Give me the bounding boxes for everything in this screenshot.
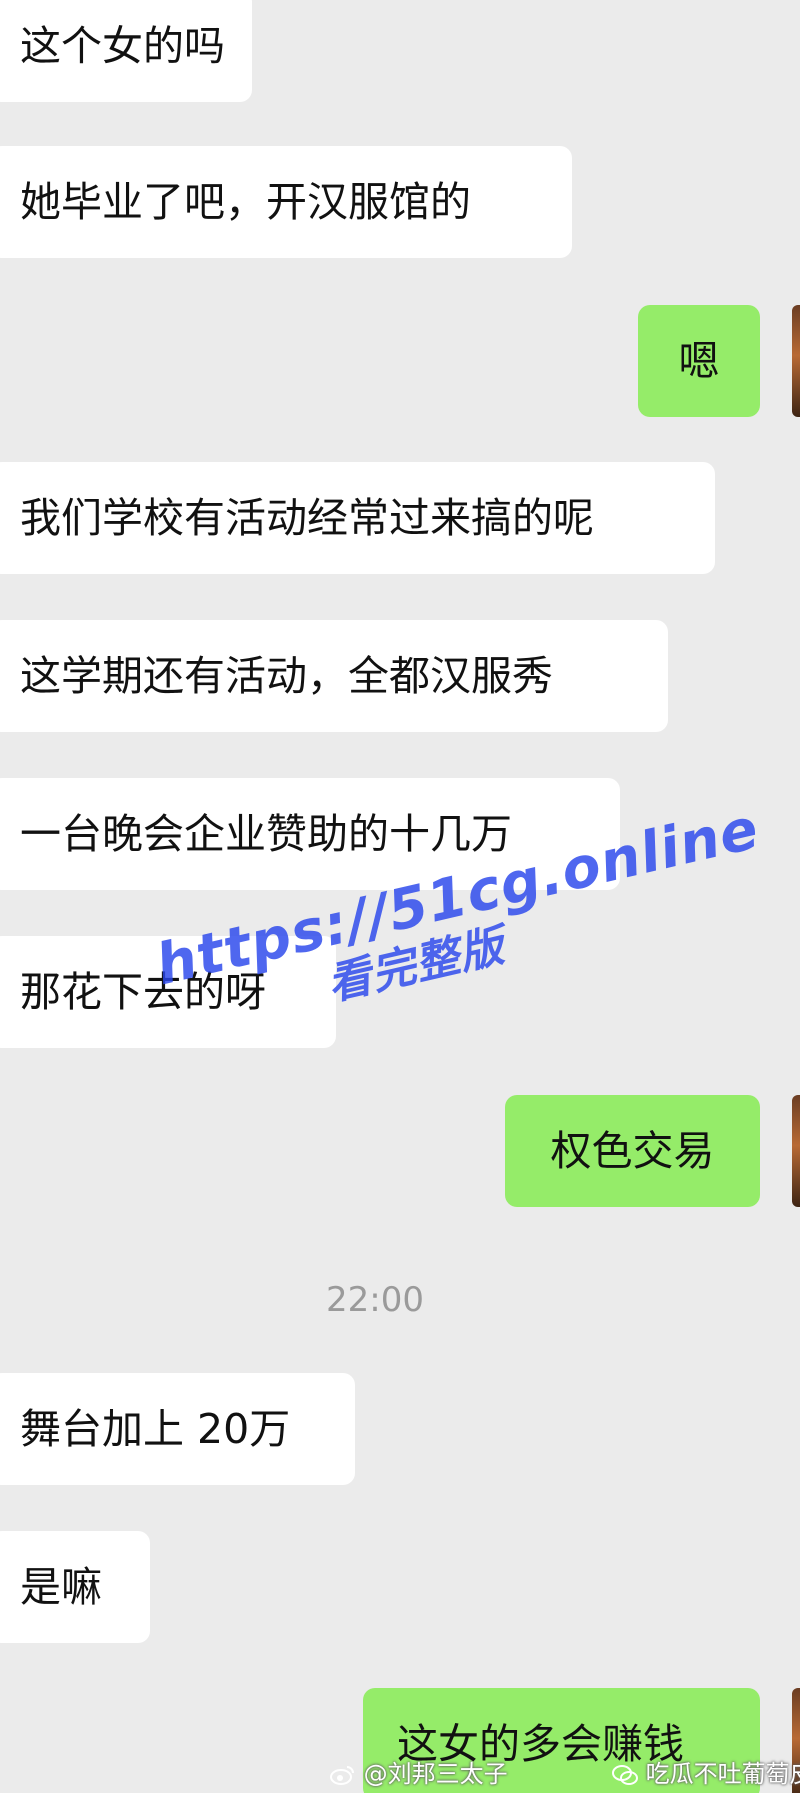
my-avatar[interactable] (792, 305, 800, 417)
message-timestamp: 22:00 (326, 1280, 424, 1320)
weibo-username: @刘邦三太子 (363, 1760, 508, 1788)
incoming-message[interactable]: 这个女的吗 (0, 0, 252, 102)
outgoing-message[interactable]: 权色交易 (505, 1095, 760, 1207)
account-name: 吃瓜不吐葡萄皮 (645, 1760, 800, 1788)
weibo-icon (330, 1764, 356, 1786)
wechat-icon (612, 1764, 638, 1786)
weibo-credit: @刘邦三太子 (330, 1754, 508, 1789)
incoming-message[interactable]: 是嘛 (0, 1531, 150, 1643)
chat-view: 这个女的吗 她毕业了吧，开汉服馆的 嗯 我们学校有活动经常过来搞的呢 这学期还有… (0, 0, 800, 1793)
outgoing-message[interactable]: 嗯 (638, 305, 760, 417)
my-avatar[interactable] (792, 1095, 800, 1207)
incoming-message[interactable]: 她毕业了吧，开汉服馆的 (0, 146, 572, 258)
incoming-message[interactable]: 我们学校有活动经常过来搞的呢 (0, 462, 715, 574)
incoming-message[interactable]: 这学期还有活动，全都汉服秀 (0, 620, 668, 732)
incoming-message[interactable]: 舞台加上 20万 (0, 1373, 355, 1485)
account-credit: 吃瓜不吐葡萄皮 (612, 1754, 800, 1789)
